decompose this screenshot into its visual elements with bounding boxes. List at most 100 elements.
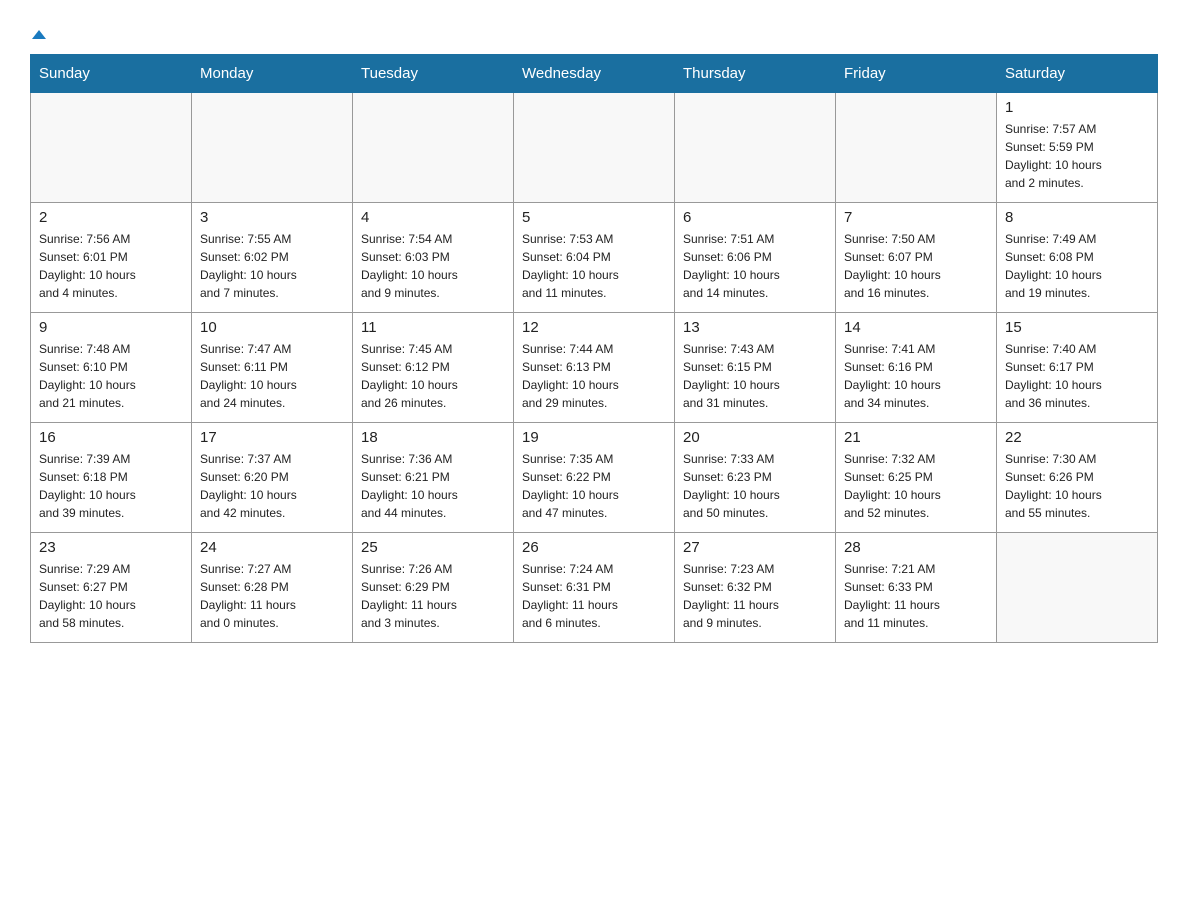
- day-number: 5: [522, 209, 666, 226]
- day-info: Sunrise: 7:41 AMSunset: 6:16 PMDaylight:…: [844, 340, 988, 412]
- day-number: 3: [200, 209, 344, 226]
- day-number: 16: [39, 429, 183, 446]
- calendar-cell: 8 Sunrise: 7:49 AMSunset: 6:08 PMDaylight…: [997, 203, 1158, 313]
- calendar-cell: [192, 93, 353, 203]
- day-number: 26: [522, 539, 666, 556]
- logo: [30, 20, 46, 44]
- day-number: 20: [683, 429, 827, 446]
- day-number: 28: [844, 539, 988, 556]
- calendar-cell: [836, 93, 997, 203]
- day-number: 23: [39, 539, 183, 556]
- week-row-5: 23 Sunrise: 7:29 AMSunset: 6:27 PMDayligh…: [31, 533, 1158, 643]
- day-info: Sunrise: 7:43 AMSunset: 6:15 PMDaylight:…: [683, 340, 827, 412]
- day-info: Sunrise: 7:50 AMSunset: 6:07 PMDaylight:…: [844, 230, 988, 302]
- day-number: 9: [39, 319, 183, 336]
- day-info: Sunrise: 7:40 AMSunset: 6:17 PMDaylight:…: [1005, 340, 1149, 412]
- calendar-header-row: SundayMondayTuesdayWednesdayThursdayFrid…: [31, 55, 1158, 93]
- day-info: Sunrise: 7:37 AMSunset: 6:20 PMDaylight:…: [200, 450, 344, 522]
- day-header-saturday: Saturday: [997, 55, 1158, 93]
- day-info: Sunrise: 7:29 AMSunset: 6:27 PMDaylight:…: [39, 560, 183, 632]
- day-number: 24: [200, 539, 344, 556]
- day-info: Sunrise: 7:48 AMSunset: 6:10 PMDaylight:…: [39, 340, 183, 412]
- day-info: Sunrise: 7:33 AMSunset: 6:23 PMDaylight:…: [683, 450, 827, 522]
- calendar-cell: 16 Sunrise: 7:39 AMSunset: 6:18 PMDayligh…: [31, 423, 192, 533]
- calendar-cell: 7 Sunrise: 7:50 AMSunset: 6:07 PMDaylight…: [836, 203, 997, 313]
- calendar-cell: 12 Sunrise: 7:44 AMSunset: 6:13 PMDayligh…: [514, 313, 675, 423]
- day-header-thursday: Thursday: [675, 55, 836, 93]
- day-number: 27: [683, 539, 827, 556]
- day-number: 7: [844, 209, 988, 226]
- calendar-cell: 24Sunrise: 7:27 AMSunset: 6:28 PMDayligh…: [192, 533, 353, 643]
- day-number: 19: [522, 429, 666, 446]
- day-header-tuesday: Tuesday: [353, 55, 514, 93]
- calendar-cell: 19 Sunrise: 7:35 AMSunset: 6:22 PMDayligh…: [514, 423, 675, 533]
- day-number: 8: [1005, 209, 1149, 226]
- day-info: Sunrise: 7:53 AMSunset: 6:04 PMDaylight:…: [522, 230, 666, 302]
- calendar-cell: 6 Sunrise: 7:51 AMSunset: 6:06 PMDaylight…: [675, 203, 836, 313]
- day-info: Sunrise: 7:44 AMSunset: 6:13 PMDaylight:…: [522, 340, 666, 412]
- day-header-friday: Friday: [836, 55, 997, 93]
- week-row-3: 9 Sunrise: 7:48 AMSunset: 6:10 PMDaylight…: [31, 313, 1158, 423]
- day-number: 10: [200, 319, 344, 336]
- day-number: 18: [361, 429, 505, 446]
- calendar-cell: [997, 533, 1158, 643]
- day-info: Sunrise: 7:24 AMSunset: 6:31 PMDaylight:…: [522, 560, 666, 632]
- day-number: 11: [361, 319, 505, 336]
- calendar-cell: 28 Sunrise: 7:21 AMSunset: 6:33 PMDayligh…: [836, 533, 997, 643]
- day-header-sunday: Sunday: [31, 55, 192, 93]
- calendar-cell: [31, 93, 192, 203]
- day-header-monday: Monday: [192, 55, 353, 93]
- calendar-table: SundayMondayTuesdayWednesdayThursdayFrid…: [30, 54, 1158, 643]
- calendar-cell: 10 Sunrise: 7:47 AMSunset: 6:11 PMDayligh…: [192, 313, 353, 423]
- calendar-cell: 15Sunrise: 7:40 AMSunset: 6:17 PMDayligh…: [997, 313, 1158, 423]
- calendar-cell: [514, 93, 675, 203]
- day-number: 17: [200, 429, 344, 446]
- day-number: 2: [39, 209, 183, 226]
- day-number: 12: [522, 319, 666, 336]
- calendar-cell: 27 Sunrise: 7:23 AMSunset: 6:32 PMDayligh…: [675, 533, 836, 643]
- calendar-cell: 3 Sunrise: 7:55 AMSunset: 6:02 PMDaylight…: [192, 203, 353, 313]
- day-info: Sunrise: 7:54 AMSunset: 6:03 PMDaylight:…: [361, 230, 505, 302]
- day-info: Sunrise: 7:23 AMSunset: 6:32 PMDaylight:…: [683, 560, 827, 632]
- day-number: 22: [1005, 429, 1149, 446]
- day-info: Sunrise: 7:57 AMSunset: 5:59 PMDaylight:…: [1005, 120, 1149, 192]
- day-info: Sunrise: 7:26 AMSunset: 6:29 PMDaylight:…: [361, 560, 505, 632]
- week-row-2: 2Sunrise: 7:56 AMSunset: 6:01 PMDaylight…: [31, 203, 1158, 313]
- calendar-cell: 11 Sunrise: 7:45 AMSunset: 6:12 PMDayligh…: [353, 313, 514, 423]
- day-info: Sunrise: 7:35 AMSunset: 6:22 PMDaylight:…: [522, 450, 666, 522]
- calendar-cell: 21 Sunrise: 7:32 AMSunset: 6:25 PMDayligh…: [836, 423, 997, 533]
- calendar-cell: 13 Sunrise: 7:43 AMSunset: 6:15 PMDayligh…: [675, 313, 836, 423]
- calendar-cell: 23 Sunrise: 7:29 AMSunset: 6:27 PMDayligh…: [31, 533, 192, 643]
- day-header-wednesday: Wednesday: [514, 55, 675, 93]
- day-number: 1: [1005, 99, 1149, 116]
- calendar-cell: 22Sunrise: 7:30 AMSunset: 6:26 PMDayligh…: [997, 423, 1158, 533]
- day-info: Sunrise: 7:21 AMSunset: 6:33 PMDaylight:…: [844, 560, 988, 632]
- logo-triangle-icon: [30, 30, 46, 41]
- day-info: Sunrise: 7:51 AMSunset: 6:06 PMDaylight:…: [683, 230, 827, 302]
- calendar-cell: 5 Sunrise: 7:53 AMSunset: 6:04 PMDaylight…: [514, 203, 675, 313]
- calendar-cell: 14Sunrise: 7:41 AMSunset: 6:16 PMDayligh…: [836, 313, 997, 423]
- day-info: Sunrise: 7:49 AMSunset: 6:08 PMDaylight:…: [1005, 230, 1149, 302]
- calendar-cell: 2Sunrise: 7:56 AMSunset: 6:01 PMDaylight…: [31, 203, 192, 313]
- page-header: [30, 20, 1158, 44]
- day-number: 4: [361, 209, 505, 226]
- day-info: Sunrise: 7:36 AMSunset: 6:21 PMDaylight:…: [361, 450, 505, 522]
- calendar-cell: 20 Sunrise: 7:33 AMSunset: 6:23 PMDayligh…: [675, 423, 836, 533]
- day-number: 6: [683, 209, 827, 226]
- day-number: 13: [683, 319, 827, 336]
- day-number: 21: [844, 429, 988, 446]
- day-info: Sunrise: 7:39 AMSunset: 6:18 PMDaylight:…: [39, 450, 183, 522]
- week-row-4: 16 Sunrise: 7:39 AMSunset: 6:18 PMDayligh…: [31, 423, 1158, 533]
- calendar-cell: 17 Sunrise: 7:37 AMSunset: 6:20 PMDayligh…: [192, 423, 353, 533]
- calendar-cell: 9 Sunrise: 7:48 AMSunset: 6:10 PMDaylight…: [31, 313, 192, 423]
- day-info: Sunrise: 7:47 AMSunset: 6:11 PMDaylight:…: [200, 340, 344, 412]
- calendar-cell: [353, 93, 514, 203]
- day-info: Sunrise: 7:55 AMSunset: 6:02 PMDaylight:…: [200, 230, 344, 302]
- calendar-cell: [675, 93, 836, 203]
- day-info: Sunrise: 7:45 AMSunset: 6:12 PMDaylight:…: [361, 340, 505, 412]
- week-row-1: 1 Sunrise: 7:57 AMSunset: 5:59 PMDaylight…: [31, 93, 1158, 203]
- calendar-cell: 1 Sunrise: 7:57 AMSunset: 5:59 PMDaylight…: [997, 93, 1158, 203]
- day-info: Sunrise: 7:32 AMSunset: 6:25 PMDaylight:…: [844, 450, 988, 522]
- day-number: 25: [361, 539, 505, 556]
- calendar-cell: 26 Sunrise: 7:24 AMSunset: 6:31 PMDayligh…: [514, 533, 675, 643]
